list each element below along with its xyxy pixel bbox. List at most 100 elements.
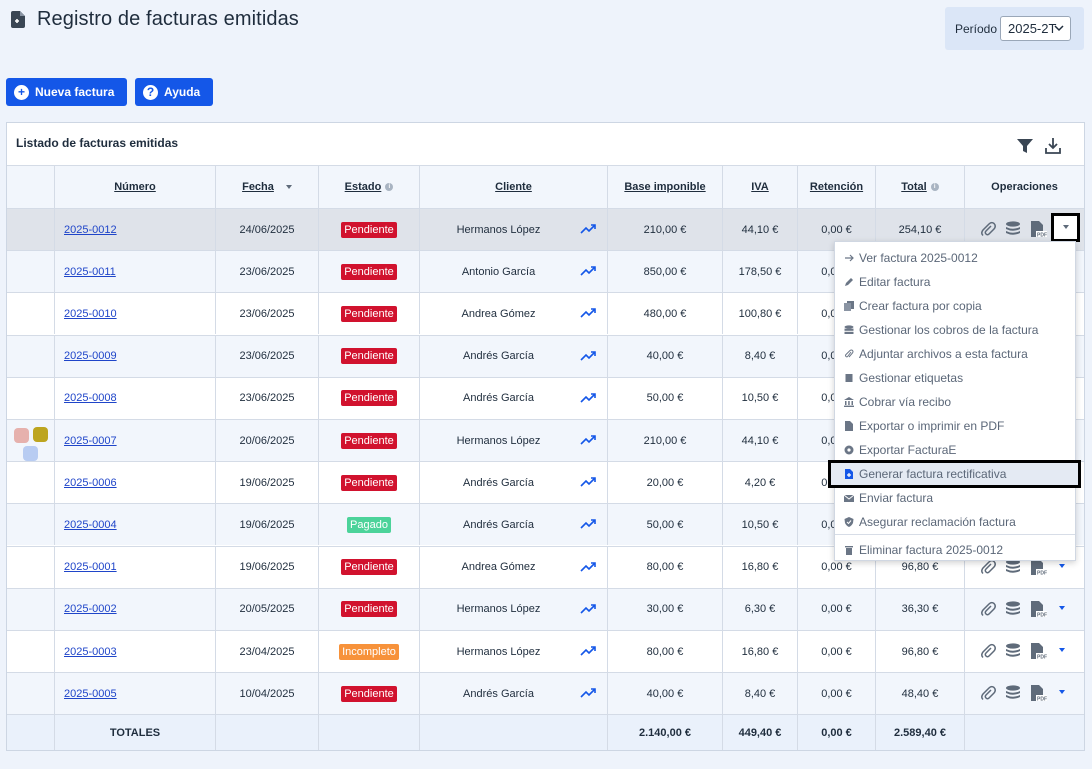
- invoice-number-link[interactable]: 2025-0001: [64, 561, 117, 573]
- header-numero[interactable]: Número: [55, 166, 216, 208]
- menu-item-pdf[interactable]: Exportar o imprimir en PDF: [835, 414, 1075, 438]
- trend-chart-icon[interactable]: [580, 265, 596, 277]
- numero-cell: 2025-0010: [55, 293, 216, 335]
- retencion-cell: 0,00 €: [798, 631, 876, 672]
- invoice-number-link[interactable]: 2025-0003: [64, 646, 117, 658]
- operaciones-cell: PDF: [965, 589, 1084, 630]
- trend-chart-icon[interactable]: [580, 350, 596, 362]
- trend-chart-icon[interactable]: [580, 223, 596, 235]
- actions-dropdown-toggle[interactable]: [1059, 563, 1065, 568]
- facturae-icon: [844, 445, 854, 455]
- invoice-number-link[interactable]: 2025-0010: [64, 308, 117, 320]
- color-tag-pink[interactable]: [14, 428, 29, 443]
- trend-chart-icon[interactable]: [580, 518, 596, 530]
- iva-cell: 44,10 €: [723, 420, 798, 461]
- menu-item-shield[interactable]: Asegurar reclamación factura: [835, 510, 1075, 534]
- menu-item-bookmark[interactable]: Gestionar etiquetas: [835, 366, 1075, 390]
- color-tag-blue[interactable]: [23, 446, 38, 461]
- invoice-number-link[interactable]: 2025-0008: [64, 392, 117, 404]
- header-fecha[interactable]: Fecha: [216, 166, 319, 208]
- iva-cell: 6,30 €: [723, 588, 798, 630]
- trend-chart-icon[interactable]: [580, 476, 596, 488]
- trend-chart-icon[interactable]: [580, 307, 596, 319]
- menu-item-coins[interactable]: Gestionar los cobros de la factura: [835, 318, 1075, 342]
- invoice-number-link[interactable]: 2025-0007: [64, 435, 117, 447]
- menu-item-trash[interactable]: Eliminar factura 2025-0012: [835, 538, 1075, 562]
- fecha-cell: 19/06/2025: [216, 546, 319, 588]
- header-retencion[interactable]: Retención: [798, 166, 876, 208]
- invoice-number-link[interactable]: 2025-0012: [64, 224, 117, 236]
- trend-chart-icon[interactable]: [580, 687, 596, 699]
- header-base[interactable]: Base imponible: [608, 166, 723, 208]
- fecha-cell: 23/06/2025: [216, 251, 319, 293]
- pdf-icon[interactable]: PDF: [1029, 642, 1047, 661]
- invoice-number-link[interactable]: 2025-0006: [64, 477, 117, 489]
- client-name: Andrés García: [463, 518, 534, 531]
- numero-cell: 2025-0012: [55, 209, 216, 250]
- menu-item-arrow-right[interactable]: Ver factura 2025-0012: [835, 246, 1075, 270]
- iva-cell: 8,40 €: [723, 673, 798, 715]
- base-cell: 40,00 €: [608, 335, 723, 377]
- actions-dropdown-toggle[interactable]: [1059, 605, 1065, 610]
- row-select-cell: [7, 377, 55, 419]
- new-invoice-button[interactable]: + Nueva factura: [6, 78, 127, 106]
- header-estado[interactable]: Estado i: [319, 166, 420, 208]
- paperclip-icon[interactable]: [979, 684, 997, 702]
- coins-icon[interactable]: [1004, 600, 1022, 618]
- trend-chart-icon[interactable]: [580, 561, 596, 573]
- coins-icon[interactable]: [1004, 220, 1022, 238]
- base-cell: 210,00 €: [608, 420, 723, 461]
- menu-item-paperclip[interactable]: Adjuntar archivos a esta factura: [835, 342, 1075, 366]
- estado-cell: Pendiente: [319, 335, 420, 377]
- estado-cell: Pendiente: [319, 209, 420, 250]
- envelope-icon: [844, 493, 854, 503]
- invoice-number-link[interactable]: 2025-0002: [64, 603, 117, 615]
- coins-icon[interactable]: [1004, 684, 1022, 702]
- menu-item-envelope[interactable]: Enviar factura: [835, 486, 1075, 510]
- paperclip-icon[interactable]: [979, 220, 997, 238]
- client-name: Hermanos López: [456, 645, 541, 658]
- trend-chart-icon[interactable]: [580, 603, 596, 615]
- actions-dropdown-toggle[interactable]: [1059, 648, 1065, 652]
- trend-chart-icon[interactable]: [580, 434, 596, 446]
- header-iva[interactable]: IVA: [723, 166, 798, 208]
- filter-icon[interactable]: [1017, 138, 1033, 154]
- menu-item-facturae[interactable]: Exportar FacturaE: [835, 438, 1075, 462]
- menu-item-label: Adjuntar archivos a esta factura: [859, 347, 1028, 361]
- client-name: Hermanos López: [456, 434, 541, 447]
- paperclip-icon[interactable]: [979, 600, 997, 618]
- pdf-icon[interactable]: PDF: [1029, 600, 1047, 618]
- question-circle-icon: ?: [143, 84, 158, 100]
- help-button[interactable]: ? Ayuda: [135, 78, 213, 106]
- invoice-number-link[interactable]: 2025-0009: [64, 350, 117, 362]
- invoice-number-link[interactable]: 2025-0005: [64, 688, 117, 700]
- pdf-icon[interactable]: PDF: [1029, 220, 1047, 239]
- trend-chart-icon[interactable]: [580, 645, 596, 657]
- sort-desc-icon: [285, 185, 292, 189]
- row-select-cell: [7, 209, 55, 250]
- invoice-number-link[interactable]: 2025-0011: [64, 266, 116, 278]
- header-cliente[interactable]: Cliente: [420, 166, 608, 208]
- numero-cell: 2025-0009: [55, 335, 216, 377]
- client-name: Hermanos López: [456, 603, 541, 616]
- period-select[interactable]: 2025-2T: [1000, 16, 1071, 41]
- pdf-icon[interactable]: PDF: [1029, 684, 1047, 703]
- fecha-cell: 23/06/2025: [216, 335, 319, 377]
- trend-chart-icon[interactable]: [580, 392, 596, 404]
- menu-item-pencil[interactable]: Editar factura: [835, 270, 1075, 294]
- download-icon[interactable]: [1045, 137, 1061, 154]
- menu-item-file-plus[interactable]: Generar factura rectificativa: [828, 460, 1081, 488]
- actions-dropdown-toggle[interactable]: [1051, 213, 1080, 242]
- cliente-cell: Andrés García: [420, 377, 608, 419]
- header-total[interactable]: Total i: [876, 166, 965, 208]
- invoice-number-link[interactable]: 2025-0004: [64, 519, 117, 531]
- estado-cell: Pendiente: [319, 673, 420, 715]
- color-tag-olive[interactable]: [33, 427, 48, 442]
- fecha-cell: 23/06/2025: [216, 377, 319, 419]
- actions-dropdown-toggle[interactable]: [1059, 690, 1065, 695]
- menu-item-copy[interactable]: Crear factura por copia: [835, 294, 1075, 318]
- coins-icon[interactable]: [1004, 642, 1022, 660]
- paperclip-icon[interactable]: [979, 642, 997, 660]
- menu-item-bank[interactable]: Cobrar vía recibo: [835, 390, 1075, 414]
- fecha-cell: 20/06/2025: [216, 420, 319, 461]
